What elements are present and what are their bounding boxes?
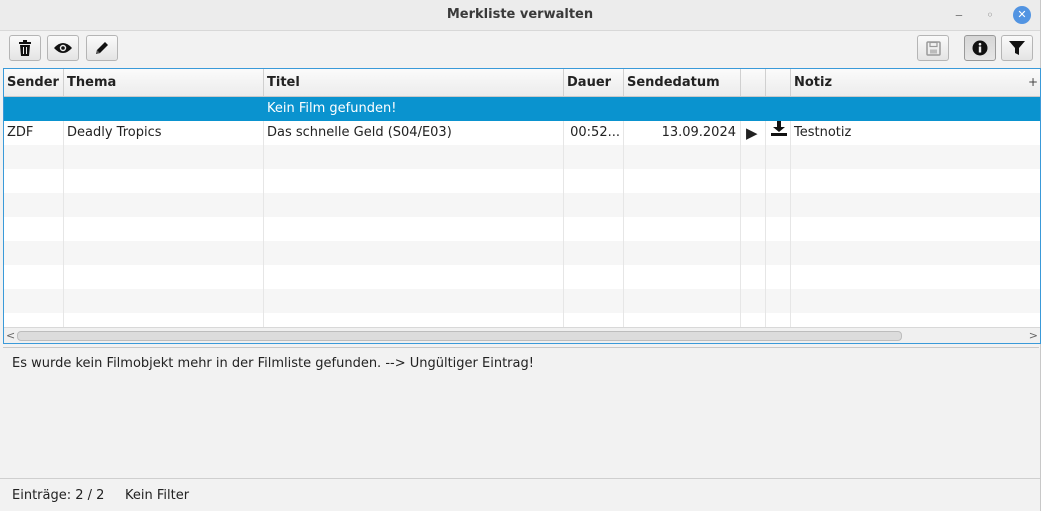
column-thema[interactable]: Thema <box>64 69 264 96</box>
cell-dauer <box>564 97 624 121</box>
column-sender[interactable]: Sender <box>4 69 64 96</box>
save-icon <box>925 40 941 56</box>
download-icon[interactable] <box>771 121 787 145</box>
save-button[interactable] <box>917 35 949 61</box>
play-icon[interactable]: ▶ <box>741 121 766 145</box>
merkliste-window: Merkliste verwalten ‒ ◦ ✕ Sender Thema T… <box>0 0 1041 511</box>
maximize-button[interactable]: ◦ <box>981 6 999 24</box>
window-title: Merkliste verwalten <box>446 7 594 22</box>
cell-titel: Das schnelle Geld (S04/E03) <box>264 121 564 145</box>
cell-download <box>766 97 791 121</box>
column-sendedatum[interactable]: Sendedatum <box>624 69 741 96</box>
filter-icon <box>1009 40 1025 56</box>
table-header: Sender Thema Titel Dauer Sendedatum Noti… <box>4 69 1040 97</box>
column-titel[interactable]: Titel <box>264 69 564 96</box>
view-button[interactable] <box>47 35 79 61</box>
table-row[interactable]: Kein Film gefunden! <box>4 97 1040 121</box>
column-dauer[interactable]: Dauer <box>564 69 624 96</box>
table-row <box>4 193 1040 217</box>
entry-count: Einträge: 2 / 2 <box>12 488 105 503</box>
cell-thema: Deadly Tropics <box>64 121 264 145</box>
table-row <box>4 289 1040 313</box>
scroll-left-icon[interactable]: < <box>6 329 15 342</box>
cell-download <box>766 121 791 145</box>
column-download[interactable] <box>766 69 791 96</box>
column-play[interactable] <box>741 69 766 96</box>
detail-panel: Es wurde kein Filmobjekt mehr in der Fil… <box>3 347 1039 478</box>
table-row <box>4 265 1040 289</box>
table-row <box>4 241 1040 265</box>
cell-titel: Kein Film gefunden! <box>264 97 564 121</box>
filter-button[interactable] <box>1001 35 1033 61</box>
column-notiz[interactable]: Notiz <box>791 69 1040 96</box>
edit-button[interactable] <box>86 35 118 61</box>
cell-notiz <box>791 97 1040 121</box>
scroll-right-icon[interactable]: > <box>1029 329 1038 342</box>
info-icon <box>972 40 988 56</box>
pencil-icon <box>94 40 110 56</box>
status-bar: Einträge: 2 / 2 Kein Filter <box>0 478 1040 511</box>
cell-thema <box>64 97 264 121</box>
detail-message: Es wurde kein Filmobjekt mehr in der Fil… <box>12 356 534 371</box>
cell-sendedatum <box>624 97 741 121</box>
minimize-button[interactable]: ‒ <box>950 6 968 24</box>
cell-sendedatum: 13.09.2024 <box>624 121 741 145</box>
bookmark-table[interactable]: Sender Thema Titel Dauer Sendedatum Noti… <box>3 68 1041 344</box>
cell-sender: ZDF <box>4 121 64 145</box>
close-button[interactable]: ✕ <box>1013 6 1031 24</box>
title-bar[interactable]: Merkliste verwalten ‒ ◦ ✕ <box>0 0 1040 31</box>
scrollbar-thumb[interactable] <box>17 331 902 341</box>
eye-icon <box>53 42 73 54</box>
filter-status: Kein Filter <box>125 488 190 503</box>
table-row <box>4 169 1040 193</box>
add-column-button[interactable]: + <box>1028 69 1038 96</box>
cell-sender <box>4 97 64 121</box>
cell-dauer: 00:52... <box>564 121 624 145</box>
toolbar <box>0 31 1040 67</box>
cell-notiz: Testnotiz <box>794 125 852 140</box>
cell-play <box>741 97 766 121</box>
table-row <box>4 313 1040 327</box>
background-window-edge <box>1041 0 1047 512</box>
horizontal-scrollbar[interactable]: < > <box>4 327 1040 343</box>
table-row <box>4 145 1040 169</box>
table-row <box>4 217 1040 241</box>
delete-button[interactable] <box>9 35 41 61</box>
trash-icon <box>18 40 32 56</box>
info-button[interactable] <box>964 35 996 61</box>
table-row[interactable]: ZDF Deadly Tropics Das schnelle Geld (S0… <box>4 121 1040 145</box>
